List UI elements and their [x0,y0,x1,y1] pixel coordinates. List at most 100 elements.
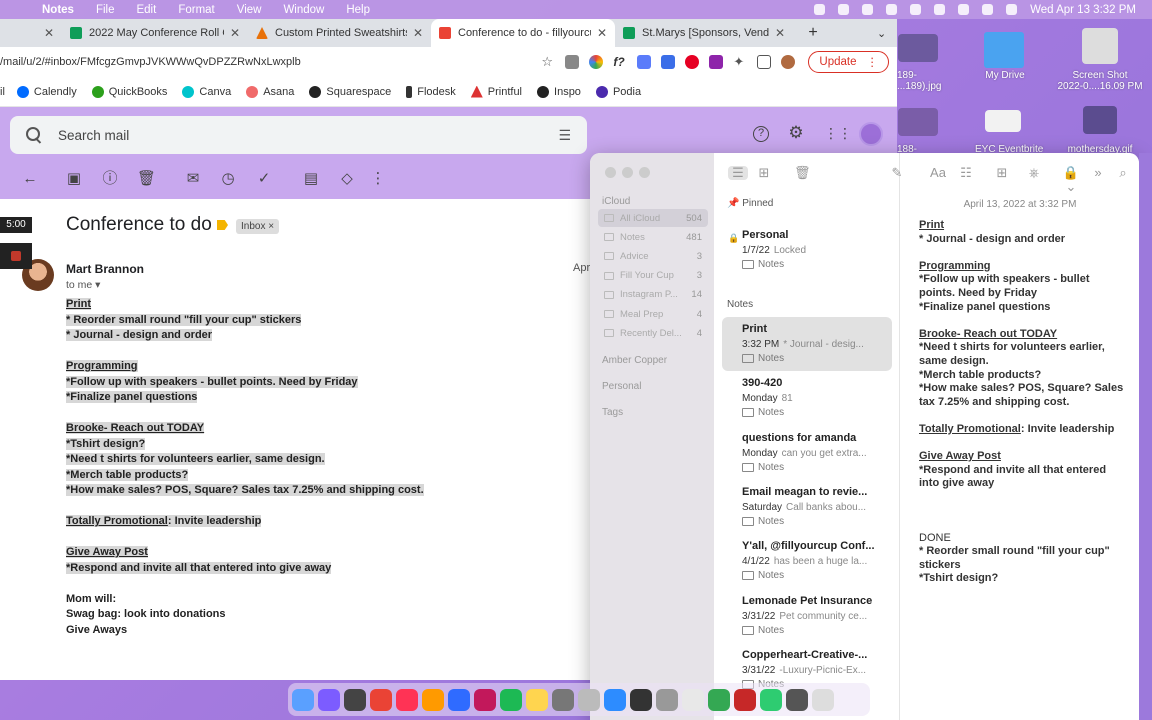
dock-app-icon[interactable] [760,688,782,711]
apple-icon[interactable] [16,3,30,17]
account-avatar[interactable] [859,122,883,146]
dock-app-icon[interactable] [708,688,730,711]
dock-app-icon[interactable] [786,688,808,711]
gear-icon[interactable]: ⚙ [788,124,804,141]
note-body[interactable]: Print * Journal - design and order Program… [919,219,1129,586]
note-item[interactable]: 390-420 Monday 81 Notes [722,371,892,425]
pinterest-icon[interactable] [685,55,700,69]
menu-app-name[interactable]: Notes [42,4,74,16]
dock-app-icon[interactable] [344,688,366,711]
dock-app-icon[interactable] [422,688,444,711]
bookmark-canva[interactable]: Canva [182,85,231,98]
gallery-view-icon[interactable]: ⊞ [756,166,772,180]
folder-item[interactable]: Notes 481 [598,228,708,246]
dock-app-icon[interactable] [318,688,340,711]
note-editor[interactable]: ✎ Aa ☷ ⊞ ⎈ 🔒⌄ » ⌕ April 13, 2022 at 3:32… [892,153,1139,720]
apps-grid-icon[interactable]: ⋮⋮ [824,125,852,141]
status-icon[interactable] [910,4,922,15]
folder-item[interactable]: All iCloud 504 [598,209,708,227]
note-item[interactable]: Lemonade Pet Insurance 3/31/22 Pet communi… [722,589,892,643]
dock-app-icon[interactable] [526,688,548,711]
folder-item[interactable]: Recently Del... 4 [598,324,708,342]
folder-icon[interactable] [984,32,1024,68]
menu-format[interactable]: Format [178,4,214,16]
menu-file[interactable]: File [96,4,115,16]
search-icon[interactable]: ⌕ [1115,166,1131,180]
dock-app-icon[interactable] [656,688,678,711]
bookmark-printful[interactable]: Printful [470,85,522,98]
new-tab-button[interactable]: + [793,19,833,47]
status-icon[interactable] [862,4,874,15]
gif-file-icon[interactable] [1083,106,1117,134]
menu-edit[interactable]: Edit [136,4,156,16]
folder-item[interactable]: Fill Your Cup 3 [598,267,708,285]
extension-icon[interactable] [709,55,724,69]
dock-app-icon[interactable] [292,688,314,711]
inbox-label-chip[interactable]: Inbox × [236,219,280,234]
zoom-window-button[interactable] [639,167,650,178]
close-icon[interactable]: ✕ [769,26,785,40]
dock-app-icon[interactable] [500,688,522,711]
extension-icon[interactable] [589,55,604,69]
tab-roll-call[interactable]: 2022 May Conference Roll Ca ✕ [62,19,248,47]
menu-clock[interactable]: Wed Apr 13 3:32 PM [1030,4,1136,16]
bookmark-podia[interactable]: Podia [595,85,641,98]
note-item[interactable]: Y'all, @fillyourcup Conf... 4/1/22 has bee… [722,534,892,588]
extension-icon[interactable] [661,55,676,69]
search-options-icon[interactable]: ☰ [558,127,571,144]
font-extension-icon[interactable]: f? [613,55,627,69]
note-item-pinned[interactable]: 🔒 Personal 1/7/22 Locked Notes [722,223,892,277]
tags-header[interactable]: Tags [602,407,623,418]
attachment-icon[interactable]: ⎈ [1026,166,1042,180]
snooze-icon[interactable]: ◷ [220,171,236,187]
bookmark-calendly[interactable]: Calendly [16,85,77,98]
profile-avatar[interactable] [781,55,796,69]
menu-view[interactable]: View [237,4,262,16]
image-file-icon[interactable] [898,34,938,62]
close-icon[interactable]: ✕ [407,26,423,40]
folder-item[interactable]: Meal Prep 4 [598,305,708,323]
bookmark-squarespace[interactable]: Squarespace [309,85,391,98]
image-file-icon[interactable] [985,110,1021,132]
dock-app-icon[interactable] [396,688,418,711]
tab-sweatshirts[interactable]: Custom Printed Sweatshirts ✕ [248,19,431,47]
bookmark-quickbooks[interactable]: QuickBooks [91,85,167,98]
archive-icon[interactable]: ▣ [66,171,82,187]
dock-app-icon[interactable] [630,688,652,711]
recipients-toggle[interactable]: to me ▾ [66,279,100,291]
table-icon[interactable]: ⊞ [994,166,1010,180]
status-icon[interactable] [838,4,850,15]
folder-item[interactable]: Instagram P... 14 [598,286,708,304]
extension-icon[interactable] [637,55,652,69]
dock-app-icon[interactable] [448,688,470,711]
status-icon[interactable] [814,4,826,15]
dock-app-icon[interactable] [812,688,834,711]
search-bar[interactable]: Search mail ☰ [10,116,587,154]
bookmark-partial[interactable]: il [0,86,5,98]
note-item[interactable]: questions for amanda Monday can you get ex… [722,426,892,480]
format-icon[interactable]: Aa [927,166,949,180]
trash-icon[interactable]: 🗑 [137,171,156,187]
dock-app-icon[interactable] [578,688,600,711]
account-amber-copper[interactable]: Amber Copper [602,355,667,366]
bookmark-inspo[interactable]: Inspo [537,85,581,98]
lock-note-icon[interactable]: 🔒⌄ [1059,166,1083,194]
minimize-window-button[interactable] [622,167,633,178]
dock-app-icon[interactable] [552,688,574,711]
puzzle-icon[interactable]: ✦ [733,55,747,69]
account-personal[interactable]: Personal [602,381,641,392]
close-window-button[interactable] [605,167,616,178]
battery-icon[interactable] [934,4,946,15]
stop-recording-button[interactable] [0,243,32,269]
list-view-icon[interactable]: ☰ [728,166,748,180]
note-item[interactable]: Print 3:32 PM * Journal - desig... Notes [722,317,892,371]
label-icon[interactable]: ◇ [339,171,355,187]
more-tools-icon[interactable]: » [1090,166,1106,180]
dock-app-icon[interactable] [734,688,756,711]
note-item[interactable]: Email meagan to revie... Saturday Call ban… [722,480,892,534]
tab-search-icon[interactable]: ⌄ [869,19,897,47]
close-icon[interactable]: ✕ [38,26,54,40]
search-icon[interactable] [982,4,994,15]
report-spam-icon[interactable]: ⓘ [102,171,118,187]
mark-unread-icon[interactable]: ✉ [185,171,201,187]
